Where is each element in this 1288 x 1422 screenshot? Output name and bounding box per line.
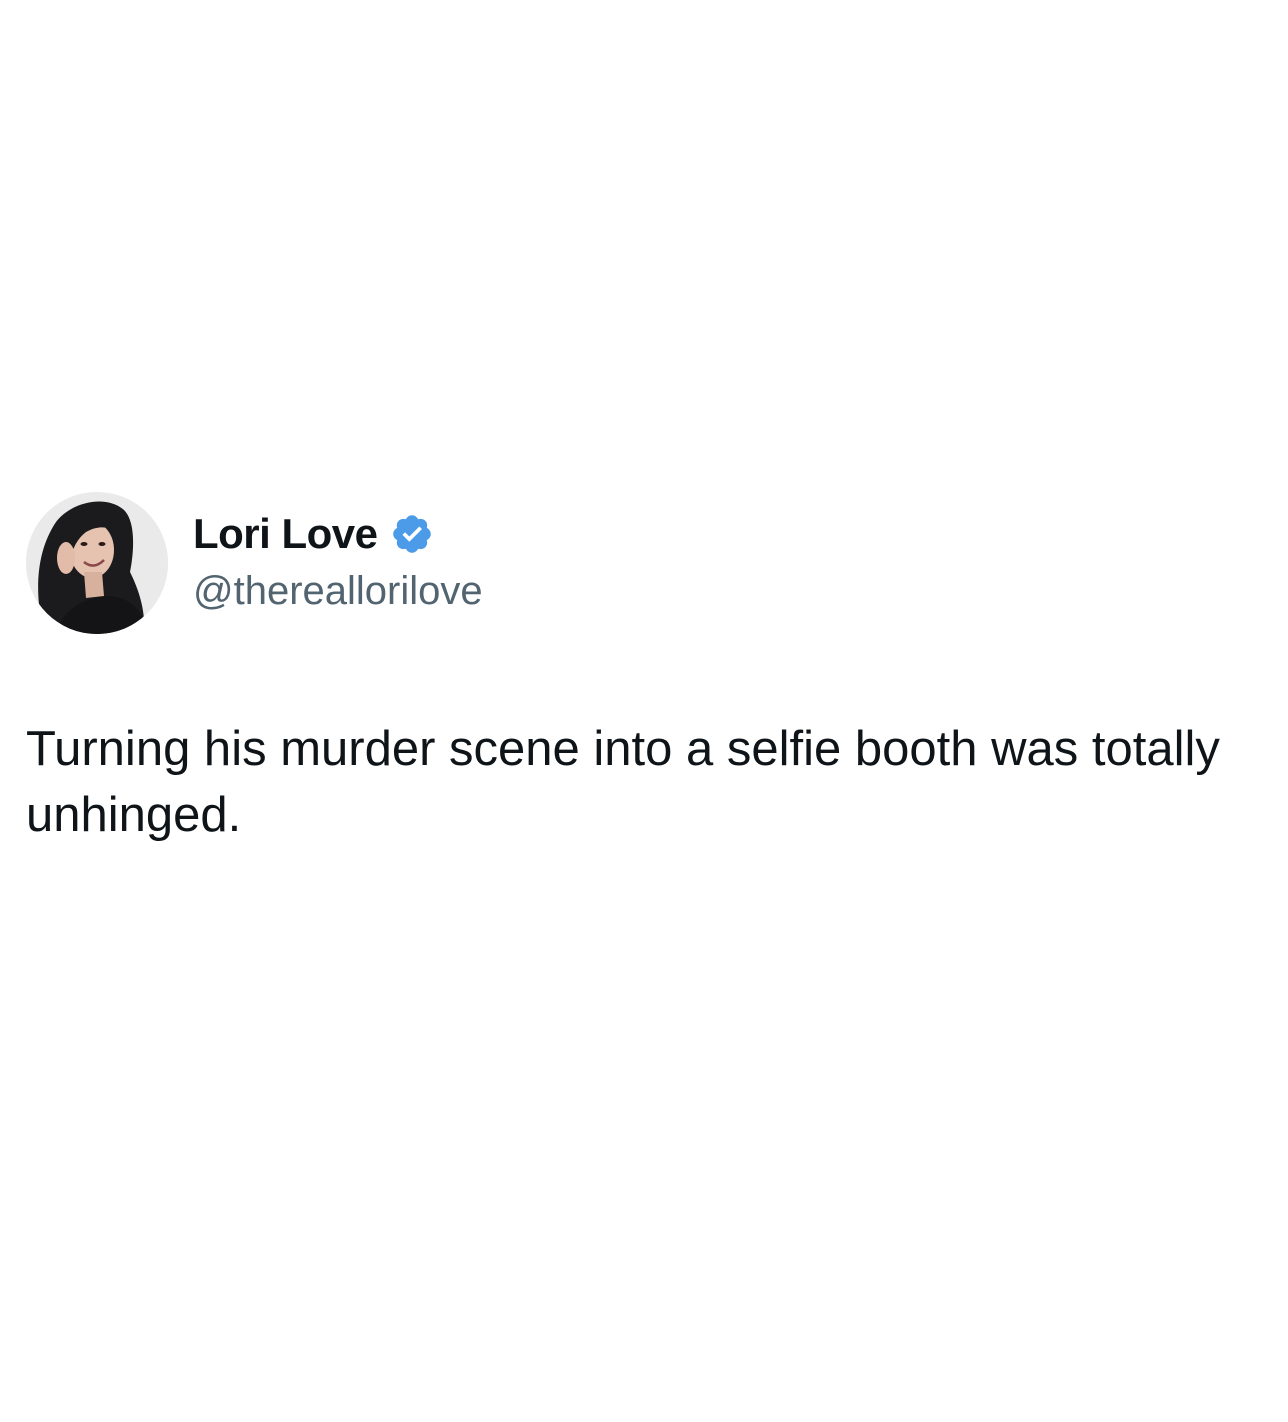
verified-badge-icon: [390, 512, 434, 556]
tweet-text: Turning his murder scene into a selfie b…: [26, 722, 1220, 842]
author-name-row: Lori Love: [193, 506, 434, 562]
avatar[interactable]: [26, 492, 168, 634]
display-name[interactable]: Lori Love: [193, 510, 378, 558]
avatar-photo: [26, 492, 168, 634]
author-handle[interactable]: @thereallorilove: [193, 569, 483, 614]
tweet-card: Lori Love @thereallorilove Turning his m…: [0, 0, 1288, 1422]
